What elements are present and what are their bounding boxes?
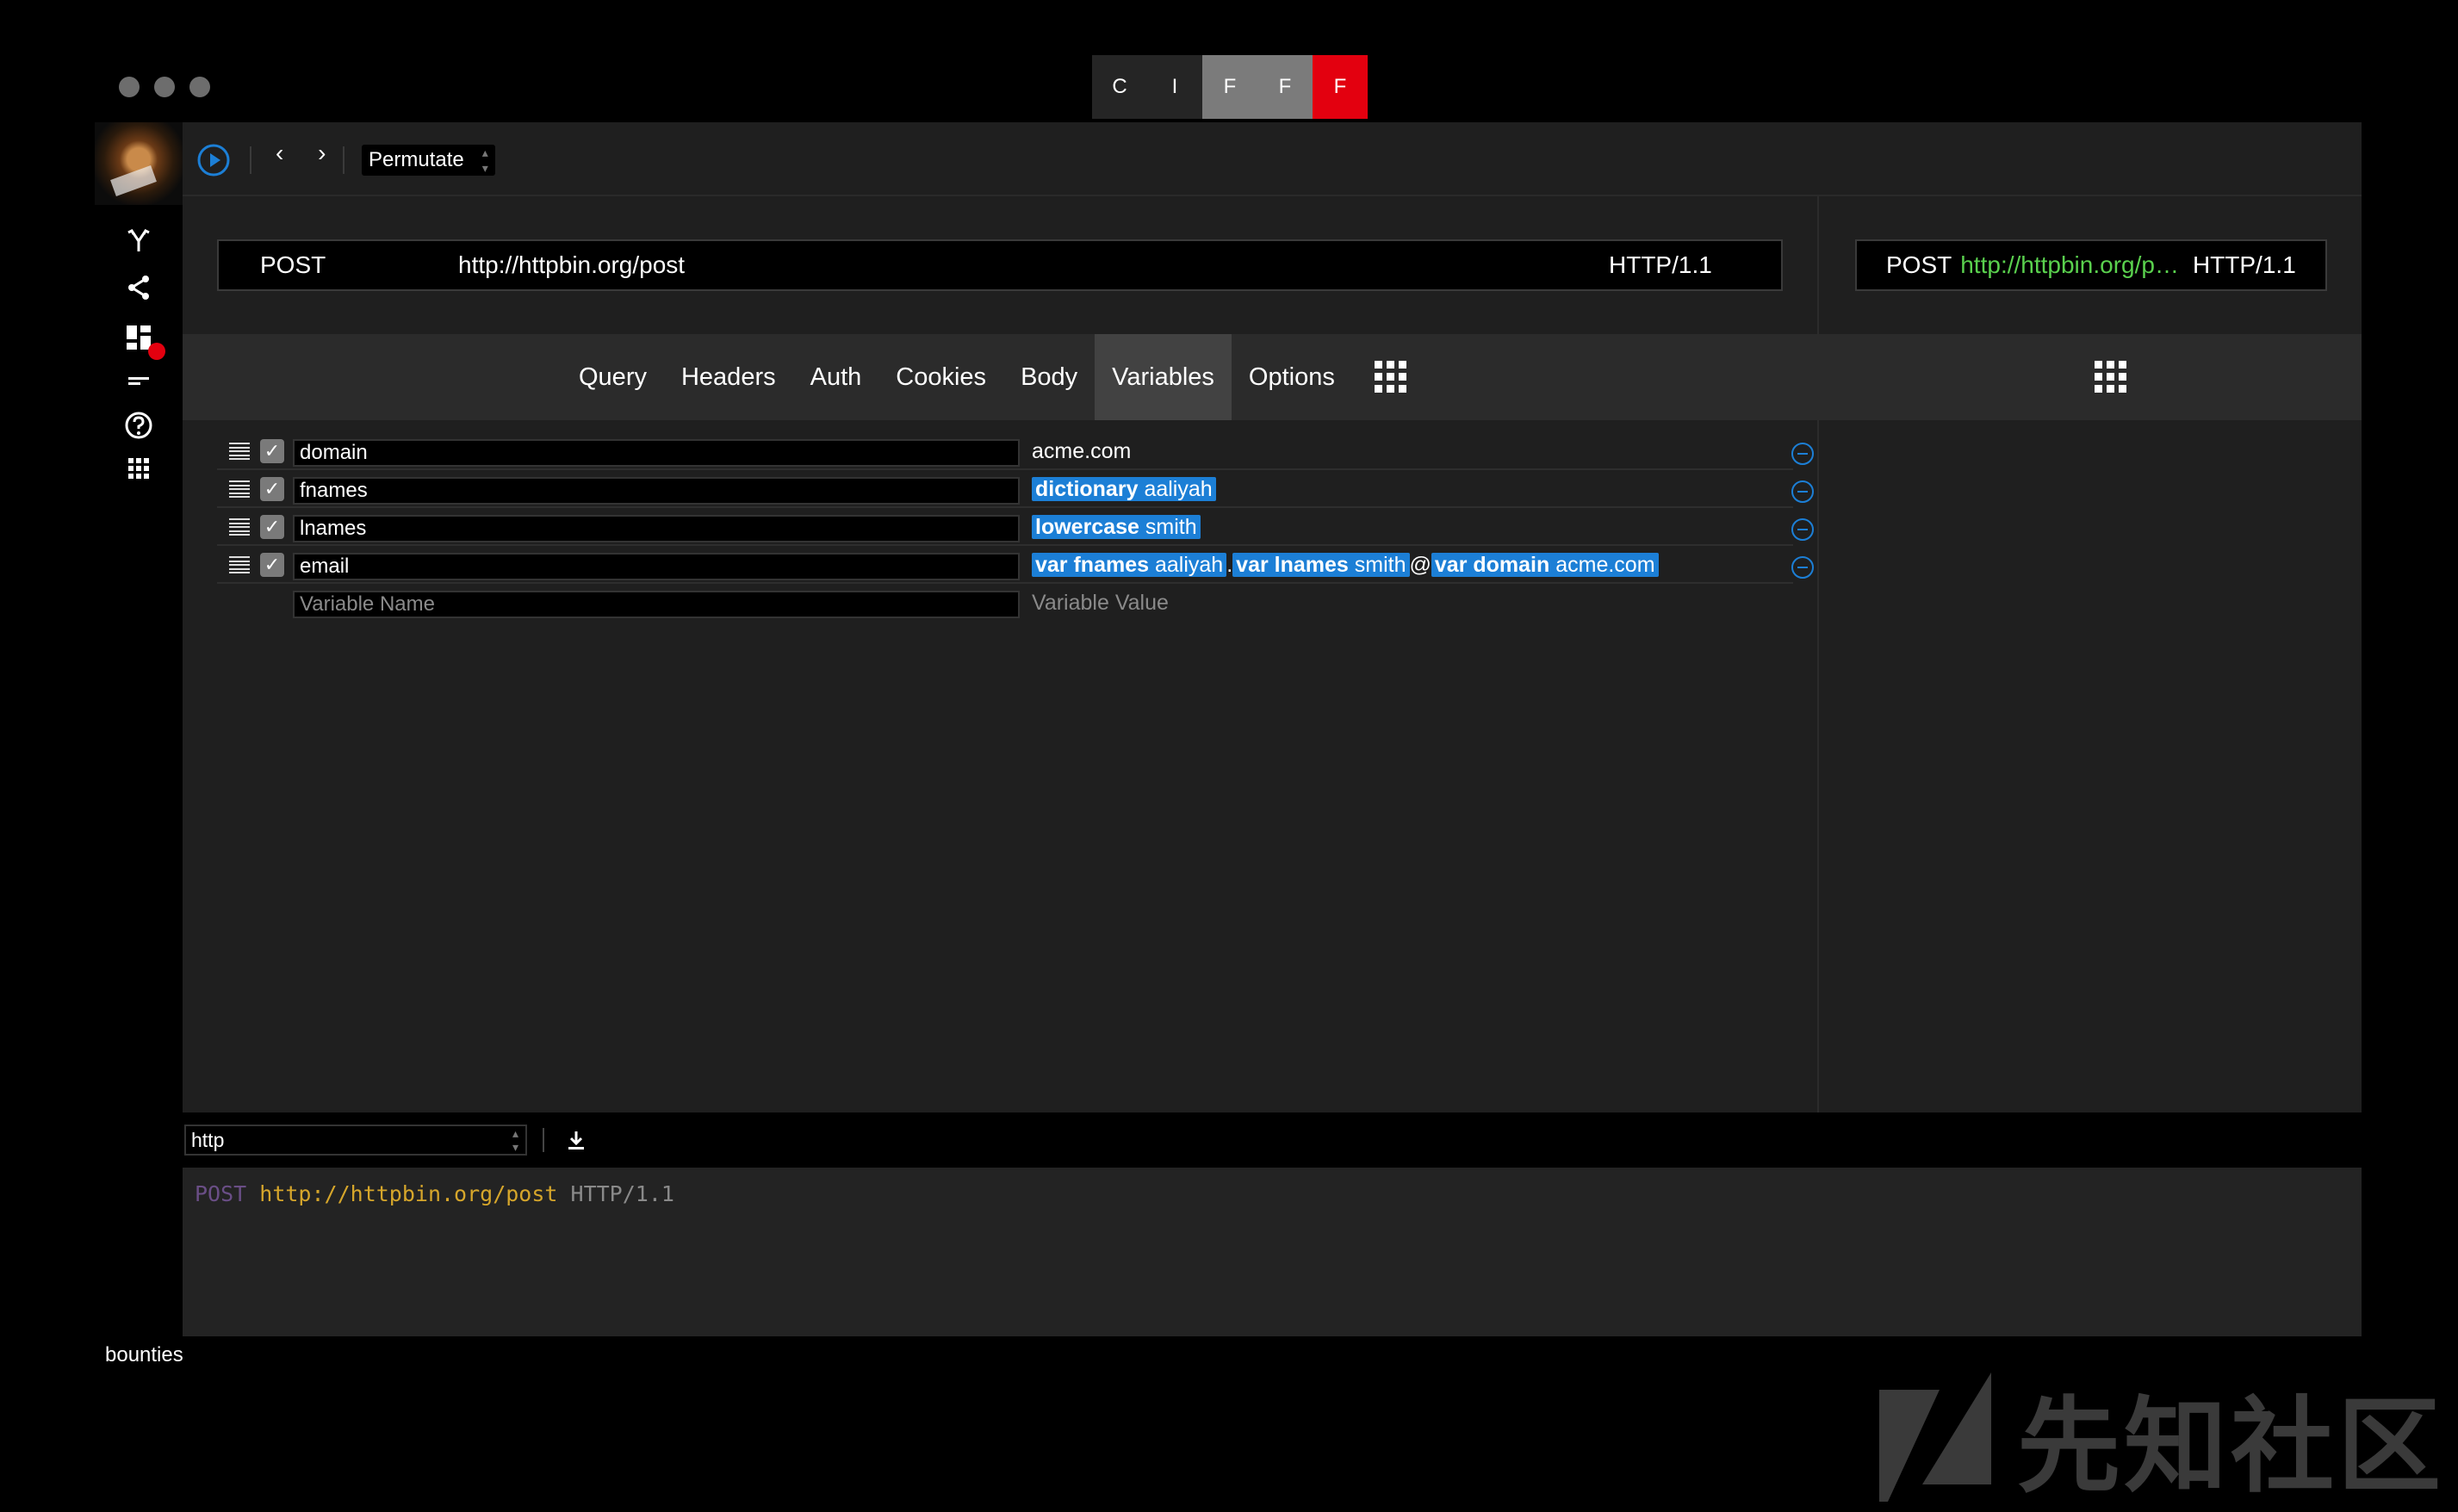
- tab-auth[interactable]: Auth: [793, 334, 879, 420]
- response-tabs-grid-icon[interactable]: [2072, 334, 2150, 420]
- toolbar: ‹ › Permutate ▴ ▾: [183, 122, 2362, 196]
- segment-c[interactable]: C: [1092, 55, 1147, 119]
- history-nav-arrows[interactable]: ‹ ›: [276, 139, 339, 167]
- remove-variable-icon[interactable]: [1791, 556, 1814, 579]
- response-request-line: POST http://httpbin.org/p… HTTP/1.1: [1855, 239, 2327, 291]
- variable-name-input[interactable]: lnames: [293, 515, 1020, 542]
- tab-headers[interactable]: Headers: [664, 334, 793, 420]
- download-icon[interactable]: [563, 1128, 589, 1154]
- variable-value-input[interactable]: acme.com: [1032, 437, 1772, 465]
- request-tabs: Query Headers Auth Cookies Body Variable…: [562, 334, 1430, 420]
- updown-icon: ▴ ▾: [481, 146, 488, 175]
- value-text: acme.com: [1032, 439, 1132, 463]
- segment-f-3[interactable]: F: [1313, 55, 1368, 119]
- watermark-logo: [1879, 1373, 1991, 1502]
- play-icon[interactable]: [196, 143, 231, 177]
- new-variable-name-input[interactable]: Variable Name: [293, 591, 1020, 618]
- variable-enabled-checkbox[interactable]: ✓: [260, 477, 284, 501]
- dynamic-value-token[interactable]: lowercase smith: [1032, 515, 1201, 539]
- variable-row: ✓ lnames lowercase smith: [217, 508, 1814, 546]
- toolbar-divider: [250, 146, 251, 174]
- tab-cookies[interactable]: Cookies: [878, 334, 1003, 420]
- variable-enabled-checkbox[interactable]: ✓: [260, 439, 284, 463]
- mode-select[interactable]: Permutate ▴ ▾: [362, 145, 495, 176]
- request-url-input[interactable]: http://httpbin.org/post: [458, 251, 685, 279]
- variables-table: ✓ domain acme.com ✓ fnames dictionary aa…: [217, 432, 1814, 622]
- toolbar-divider: [543, 1128, 544, 1152]
- request-method[interactable]: POST: [260, 251, 326, 279]
- remove-variable-icon[interactable]: [1791, 518, 1814, 541]
- drag-handle-icon[interactable]: [229, 556, 250, 573]
- dynamic-value-token[interactable]: var lnames smith: [1232, 553, 1410, 577]
- variable-value-input[interactable]: dictionary aaliyah: [1032, 475, 1772, 503]
- variable-row: ✓ fnames dictionary aaliyah: [217, 470, 1814, 508]
- tab-strip: Query Headers Auth Cookies Body Variable…: [183, 334, 2362, 420]
- tab-query[interactable]: Query: [562, 334, 664, 420]
- sidebar: [95, 122, 183, 1336]
- workspace-label[interactable]: bounties: [105, 1343, 183, 1367]
- output-format-select[interactable]: http ▴ ▾: [184, 1125, 527, 1156]
- watermark: 先知社区: [1879, 1373, 2444, 1507]
- new-variable-value-input[interactable]: Variable Value: [1032, 589, 1772, 617]
- segment-f-2[interactable]: F: [1257, 55, 1313, 119]
- tab-body[interactable]: Body: [1003, 334, 1095, 420]
- variable-value-input[interactable]: var fnames aaliyah. var lnames smith @ var …: [1032, 551, 1772, 579]
- window-controls: [119, 77, 210, 97]
- grid-icon[interactable]: [95, 443, 183, 494]
- segment-i[interactable]: I: [1147, 55, 1202, 119]
- branch-icon[interactable]: [95, 215, 183, 267]
- updown-icon: ▴ ▾: [512, 1126, 518, 1154]
- variable-row: ✓ email var fnames aaliyah. var lnames sm…: [217, 546, 1814, 584]
- close-window-button[interactable]: [119, 77, 140, 97]
- dynamic-value-token[interactable]: dictionary aaliyah: [1032, 477, 1216, 501]
- variable-enabled-checkbox[interactable]: ✓: [260, 553, 284, 577]
- value-separator: @: [1409, 553, 1431, 577]
- request-line[interactable]: POST http://httpbin.org/post HTTP/1.1: [217, 239, 1783, 291]
- preview-protocol: HTTP/1.1: [2192, 251, 2296, 278]
- top-segment-tabs: C I F F F: [1092, 55, 1368, 119]
- remove-variable-icon[interactable]: [1791, 443, 1814, 465]
- tab-variables[interactable]: Variables: [1095, 334, 1232, 420]
- minimize-window-button[interactable]: [154, 77, 175, 97]
- avatar[interactable]: [95, 122, 183, 205]
- share-icon[interactable]: [95, 262, 183, 313]
- variable-row: ✓ domain acme.com: [217, 432, 1814, 470]
- drag-handle-icon[interactable]: [229, 443, 250, 460]
- remove-variable-icon[interactable]: [1791, 480, 1814, 503]
- watermark-text: 先知社区: [2017, 1387, 2444, 1507]
- main-panel: ‹ › Permutate ▴ ▾ POST http://httpbin.org…: [183, 122, 2362, 1336]
- new-variable-row: Variable Name Variable Value: [217, 584, 1793, 622]
- more-tabs-grid-icon[interactable]: [1352, 334, 1430, 420]
- mode-select-value: Permutate: [369, 148, 464, 171]
- variable-name-input[interactable]: fnames: [293, 477, 1020, 505]
- toolbar-divider: [343, 146, 344, 174]
- dynamic-value-token[interactable]: var domain acme.com: [1431, 553, 1659, 577]
- segment-f-1[interactable]: F: [1202, 55, 1257, 119]
- code-method: POST: [195, 1181, 247, 1206]
- menu-lines-icon[interactable]: [95, 355, 183, 406]
- zoom-window-button[interactable]: [189, 77, 210, 97]
- tab-options[interactable]: Options: [1232, 334, 1352, 420]
- code-output[interactable]: POST http://httpbin.org/post HTTP/1.1: [183, 1168, 2362, 1336]
- preview-method: POST: [1886, 251, 1952, 278]
- dynamic-value-token[interactable]: var fnames aaliyah: [1032, 553, 1227, 577]
- output-toolbar: http ▴ ▾: [183, 1112, 2362, 1168]
- code-protocol: HTTP/1.1: [570, 1181, 674, 1206]
- drag-handle-icon[interactable]: [229, 480, 250, 498]
- code-url: http://httpbin.org/post: [259, 1181, 558, 1206]
- request-protocol[interactable]: HTTP/1.1: [1609, 251, 1712, 279]
- drag-handle-icon[interactable]: [229, 518, 250, 536]
- preview-url: http://httpbin.org/p…: [1960, 251, 2179, 278]
- variable-name-input[interactable]: domain: [293, 439, 1020, 467]
- variable-name-input[interactable]: email: [293, 553, 1020, 580]
- variable-value-input[interactable]: lowercase smith: [1032, 513, 1772, 541]
- variable-enabled-checkbox[interactable]: ✓: [260, 515, 284, 539]
- output-format-value: http: [191, 1129, 225, 1151]
